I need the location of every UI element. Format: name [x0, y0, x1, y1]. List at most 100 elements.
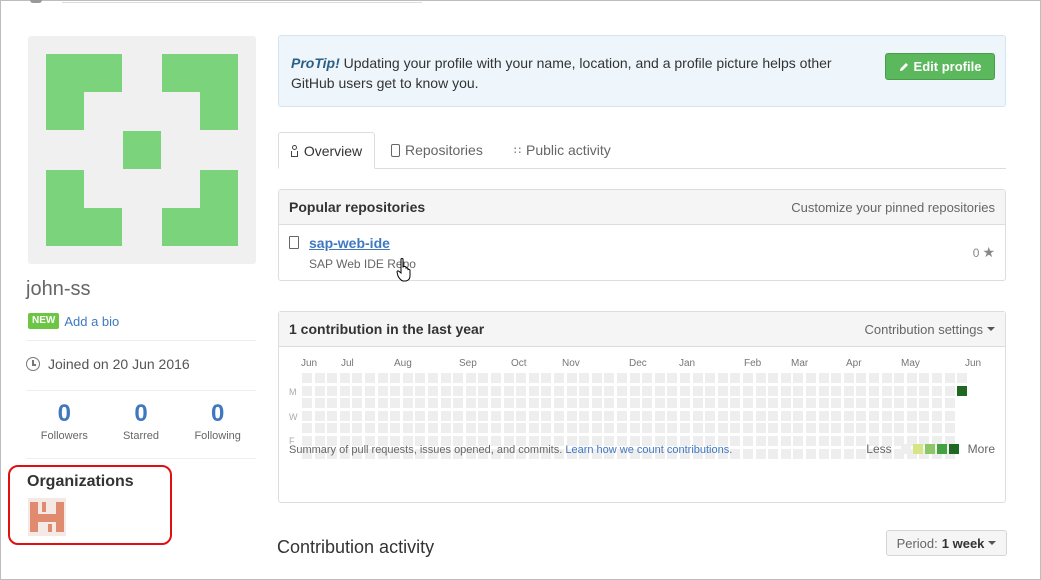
- contribution-day[interactable]: [932, 373, 942, 383]
- contribution-day[interactable]: [831, 398, 842, 409]
- contribution-day[interactable]: [894, 423, 905, 434]
- contribution-day[interactable]: [881, 410, 892, 421]
- contribution-day[interactable]: [730, 373, 741, 383]
- contribution-day[interactable]: [314, 410, 325, 421]
- contribution-day[interactable]: [780, 410, 791, 421]
- contribution-day[interactable]: [919, 398, 930, 409]
- contribution-day[interactable]: [755, 423, 766, 434]
- contribution-day[interactable]: [717, 410, 728, 421]
- contribution-day[interactable]: [755, 398, 766, 409]
- contribution-day[interactable]: [667, 373, 678, 383]
- contribution-day[interactable]: [780, 385, 791, 396]
- contribution-day[interactable]: [919, 385, 930, 396]
- repo-stars[interactable]: 0 ★: [973, 244, 995, 261]
- contribution-day[interactable]: [314, 423, 325, 434]
- contribution-day[interactable]: [365, 385, 375, 396]
- contribution-day[interactable]: [894, 410, 905, 421]
- contribution-day[interactable]: [365, 410, 375, 421]
- contribution-day[interactable]: [377, 398, 388, 409]
- contribution-day[interactable]: [932, 410, 942, 421]
- contribution-day[interactable]: [692, 373, 703, 383]
- contribution-day[interactable]: [591, 373, 602, 383]
- contribution-day[interactable]: [390, 373, 401, 383]
- repo-name-link[interactable]: sap-web-ide: [309, 235, 390, 251]
- contribution-day[interactable]: [692, 398, 703, 409]
- contribution-day[interactable]: [894, 373, 905, 383]
- contribution-day[interactable]: [579, 398, 590, 409]
- contribution-day[interactable]: [491, 410, 501, 421]
- contribution-day[interactable]: [528, 410, 539, 421]
- contribution-day[interactable]: [680, 398, 690, 409]
- contribution-day[interactable]: [566, 410, 577, 421]
- contribution-day[interactable]: [352, 385, 363, 396]
- contribution-day[interactable]: [881, 385, 892, 396]
- contribution-day[interactable]: [478, 385, 489, 396]
- contribution-day[interactable]: [856, 410, 867, 421]
- contribution-day[interactable]: [869, 385, 879, 396]
- contribution-day[interactable]: [944, 385, 955, 396]
- contribution-day[interactable]: [516, 423, 527, 434]
- contribution-day[interactable]: [881, 398, 892, 409]
- contribution-day[interactable]: [818, 373, 829, 383]
- contribution-day[interactable]: [818, 398, 829, 409]
- contribution-day[interactable]: [831, 410, 842, 421]
- contribution-day[interactable]: [415, 423, 426, 434]
- period-dropdown[interactable]: Period: 1 week: [886, 530, 1007, 556]
- contribution-day[interactable]: [339, 373, 350, 383]
- contribution-day[interactable]: [768, 410, 779, 421]
- contribution-day[interactable]: [604, 398, 615, 409]
- contribution-day[interactable]: [365, 373, 375, 383]
- contribution-day[interactable]: [617, 385, 627, 396]
- contribution-day[interactable]: [654, 373, 665, 383]
- contribution-day[interactable]: [944, 373, 955, 383]
- contribution-day[interactable]: [843, 410, 854, 421]
- tab-public-activity[interactable]: ∷ Public activity: [514, 132, 611, 168]
- contribution-day[interactable]: [339, 385, 350, 396]
- contribution-day[interactable]: [667, 423, 678, 434]
- contribution-day[interactable]: [453, 385, 464, 396]
- contribution-day[interactable]: [856, 436, 867, 446]
- contribution-day[interactable]: [465, 385, 476, 396]
- contribution-day[interactable]: [843, 436, 854, 446]
- contribution-day[interactable]: [730, 423, 741, 434]
- contribution-day[interactable]: [717, 423, 728, 434]
- contribution-day[interactable]: [717, 398, 728, 409]
- contribution-day[interactable]: [667, 410, 678, 421]
- contribution-day[interactable]: [730, 410, 741, 421]
- contribution-day[interactable]: [692, 385, 703, 396]
- contribution-day[interactable]: [478, 410, 489, 421]
- contribution-day[interactable]: [906, 410, 917, 421]
- contribution-day[interactable]: [377, 410, 388, 421]
- contribution-day[interactable]: [428, 373, 438, 383]
- contribution-day[interactable]: [503, 398, 514, 409]
- contribution-day[interactable]: [617, 373, 627, 383]
- contribution-day[interactable]: [327, 385, 338, 396]
- contribution-day[interactable]: [680, 423, 690, 434]
- contribution-day[interactable]: [604, 410, 615, 421]
- contribution-day[interactable]: [843, 373, 854, 383]
- contribution-day[interactable]: [881, 373, 892, 383]
- contribution-day[interactable]: [831, 385, 842, 396]
- contribution-day[interactable]: [730, 385, 741, 396]
- contribution-day[interactable]: [667, 385, 678, 396]
- contribution-day[interactable]: [314, 385, 325, 396]
- contribution-day[interactable]: [339, 423, 350, 434]
- contribution-day[interactable]: [554, 410, 564, 421]
- contribution-day[interactable]: [516, 410, 527, 421]
- contribution-day[interactable]: [642, 423, 653, 434]
- contribution-day[interactable]: [453, 398, 464, 409]
- stat-followers[interactable]: 0 Followers: [26, 400, 103, 442]
- contribution-day[interactable]: [856, 385, 867, 396]
- contribution-day[interactable]: [604, 373, 615, 383]
- contribution-day[interactable]: [743, 448, 753, 459]
- contribution-day[interactable]: [503, 423, 514, 434]
- contribution-day[interactable]: [591, 423, 602, 434]
- contribution-day[interactable]: [390, 410, 401, 421]
- contribution-day[interactable]: [793, 410, 804, 421]
- contribution-day[interactable]: [869, 410, 879, 421]
- contribution-day[interactable]: [919, 410, 930, 421]
- contribution-day[interactable]: [352, 373, 363, 383]
- contribution-day[interactable]: [415, 410, 426, 421]
- contribution-day[interactable]: [302, 373, 312, 383]
- contribution-day[interactable]: [680, 373, 690, 383]
